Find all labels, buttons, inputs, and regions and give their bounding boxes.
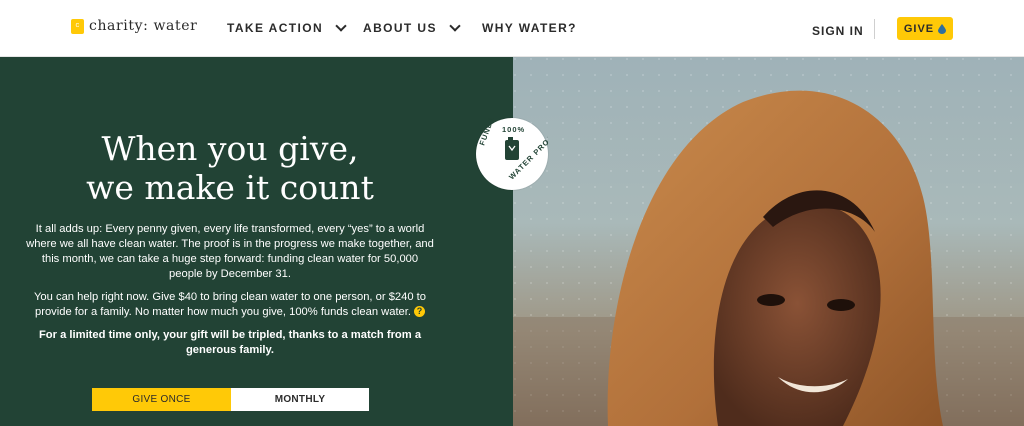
hero-headline: When you give, we make it count bbox=[40, 129, 420, 207]
water-drop-icon bbox=[938, 23, 947, 34]
hero-paragraph-2: You can help right now. Give $40 to brin… bbox=[26, 290, 434, 320]
hero-paragraph-3: For a limited time only, your gift will … bbox=[38, 329, 422, 356]
headline-line-1: When you give, bbox=[101, 129, 359, 168]
jerrycan-logo-icon: c bbox=[71, 18, 84, 34]
hero-paragraph-2-text: You can help right now. Give $40 to brin… bbox=[33, 291, 427, 318]
chevron-down-icon bbox=[335, 20, 347, 32]
nav-why-water-label: WHY WATER? bbox=[482, 21, 577, 35]
hero-panel: When you give, we make it count It all a… bbox=[0, 57, 513, 426]
badge-top-text: 100% bbox=[502, 125, 525, 134]
badge-left-text: FUNDS bbox=[477, 118, 496, 147]
hero-paragraph-1: It all adds up: Every penny given, every… bbox=[26, 223, 434, 280]
give-once-button[interactable]: GIVE ONCE bbox=[92, 388, 231, 411]
headline-line-2: we make it count bbox=[86, 168, 374, 207]
nav-take-action[interactable]: TAKE ACTION bbox=[227, 20, 347, 35]
hero-photo bbox=[513, 57, 1024, 426]
monthly-button[interactable]: MONTHLY bbox=[231, 388, 369, 411]
nav-take-action-label: TAKE ACTION bbox=[227, 21, 324, 35]
girl-portrait-image bbox=[513, 57, 1024, 426]
site-header: c charity: water TAKE ACTION ABOUT US WH… bbox=[0, 0, 1024, 57]
nav-why-water[interactable]: WHY WATER? bbox=[482, 21, 577, 35]
nav-about-us[interactable]: ABOUT US bbox=[363, 20, 461, 35]
logo-text: charity: water bbox=[89, 18, 198, 34]
nav-about-us-label: ABOUT US bbox=[363, 21, 437, 35]
logo[interactable]: c charity: water bbox=[71, 18, 197, 34]
help-icon[interactable]: ? bbox=[414, 306, 425, 317]
give-button[interactable]: GIVE bbox=[897, 17, 953, 40]
funds-badge: 100% FUNDS WATER PROJECTS bbox=[476, 115, 572, 190]
sign-in-link[interactable]: SIGN IN bbox=[812, 24, 864, 38]
jerrycan-badge-icon: 100% FUNDS WATER PROJECTS bbox=[477, 115, 572, 182]
header-divider bbox=[874, 19, 875, 39]
give-button-label: GIVE bbox=[903, 22, 935, 35]
chevron-down-icon bbox=[449, 20, 461, 32]
